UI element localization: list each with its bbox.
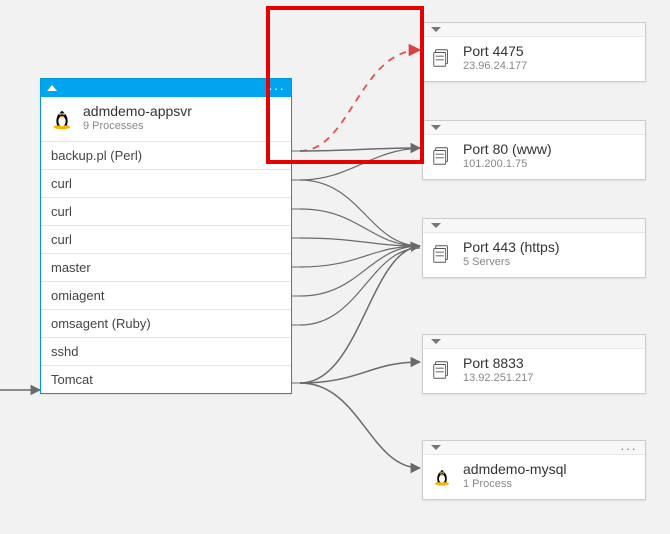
more-icon[interactable]: ··· [620, 441, 637, 455]
process-item[interactable]: backup.pl (Perl) [41, 142, 291, 169]
servers-icon [431, 47, 453, 69]
chevron-down-icon[interactable] [431, 223, 441, 228]
chevron-down-icon[interactable] [431, 445, 441, 450]
dest-node-port-443[interactable]: Port 443 (https) 5 Servers [422, 218, 646, 278]
process-item[interactable]: sshd [41, 337, 291, 365]
dest-sub: 5 Servers [463, 256, 560, 269]
servers-icon [431, 145, 453, 167]
process-item[interactable]: master [41, 253, 291, 281]
chevron-down-icon[interactable] [431, 125, 441, 130]
linux-icon [431, 465, 453, 487]
process-item[interactable]: omsagent (Ruby) [41, 309, 291, 337]
dest-node-port-80[interactable]: Port 80 (www) 101.200.1.75 [422, 120, 646, 180]
process-item[interactable]: curl [41, 225, 291, 253]
dest-node-admdemo-mysql[interactable]: ··· admdemo-mysql 1 Process [422, 440, 646, 500]
servers-icon [431, 359, 453, 381]
dest-sub: 101.200.1.75 [463, 158, 552, 171]
server-node-admdemo-appsvr[interactable]: ··· admdemo-appsvr 9 Processes backup.pl… [40, 78, 292, 394]
server-header: admdemo-appsvr 9 Processes [41, 97, 291, 142]
dest-title: Port 4475 [463, 43, 527, 60]
more-icon[interactable]: ··· [268, 81, 285, 95]
collapse-icon[interactable] [47, 85, 57, 91]
chevron-down-icon[interactable] [431, 27, 441, 32]
process-item[interactable]: curl [41, 197, 291, 225]
server-name: admdemo-appsvr [83, 103, 192, 120]
dest-sub: 13.92.251.217 [463, 372, 533, 385]
dest-title: admdemo-mysql [463, 461, 566, 478]
process-item[interactable]: curl [41, 169, 291, 197]
dest-title: Port 443 (https) [463, 239, 560, 256]
server-node-top-strip[interactable]: ··· [41, 79, 291, 97]
dest-title: Port 8833 [463, 355, 533, 372]
process-item[interactable]: Tomcat [41, 365, 291, 393]
dest-node-port-4475[interactable]: Port 4475 23.96.24.177 [422, 22, 646, 82]
servers-icon [431, 243, 453, 265]
dest-node-port-8833[interactable]: Port 8833 13.92.251.217 [422, 334, 646, 394]
dest-title: Port 80 (www) [463, 141, 552, 158]
process-item[interactable]: omiagent [41, 281, 291, 309]
server-subtitle: 9 Processes [83, 120, 192, 133]
dest-sub: 23.96.24.177 [463, 60, 527, 73]
linux-icon [49, 105, 75, 131]
dest-sub: 1 Process [463, 478, 566, 491]
process-list: backup.pl (Perl) curl curl curl master o… [41, 142, 291, 393]
chevron-down-icon[interactable] [431, 339, 441, 344]
